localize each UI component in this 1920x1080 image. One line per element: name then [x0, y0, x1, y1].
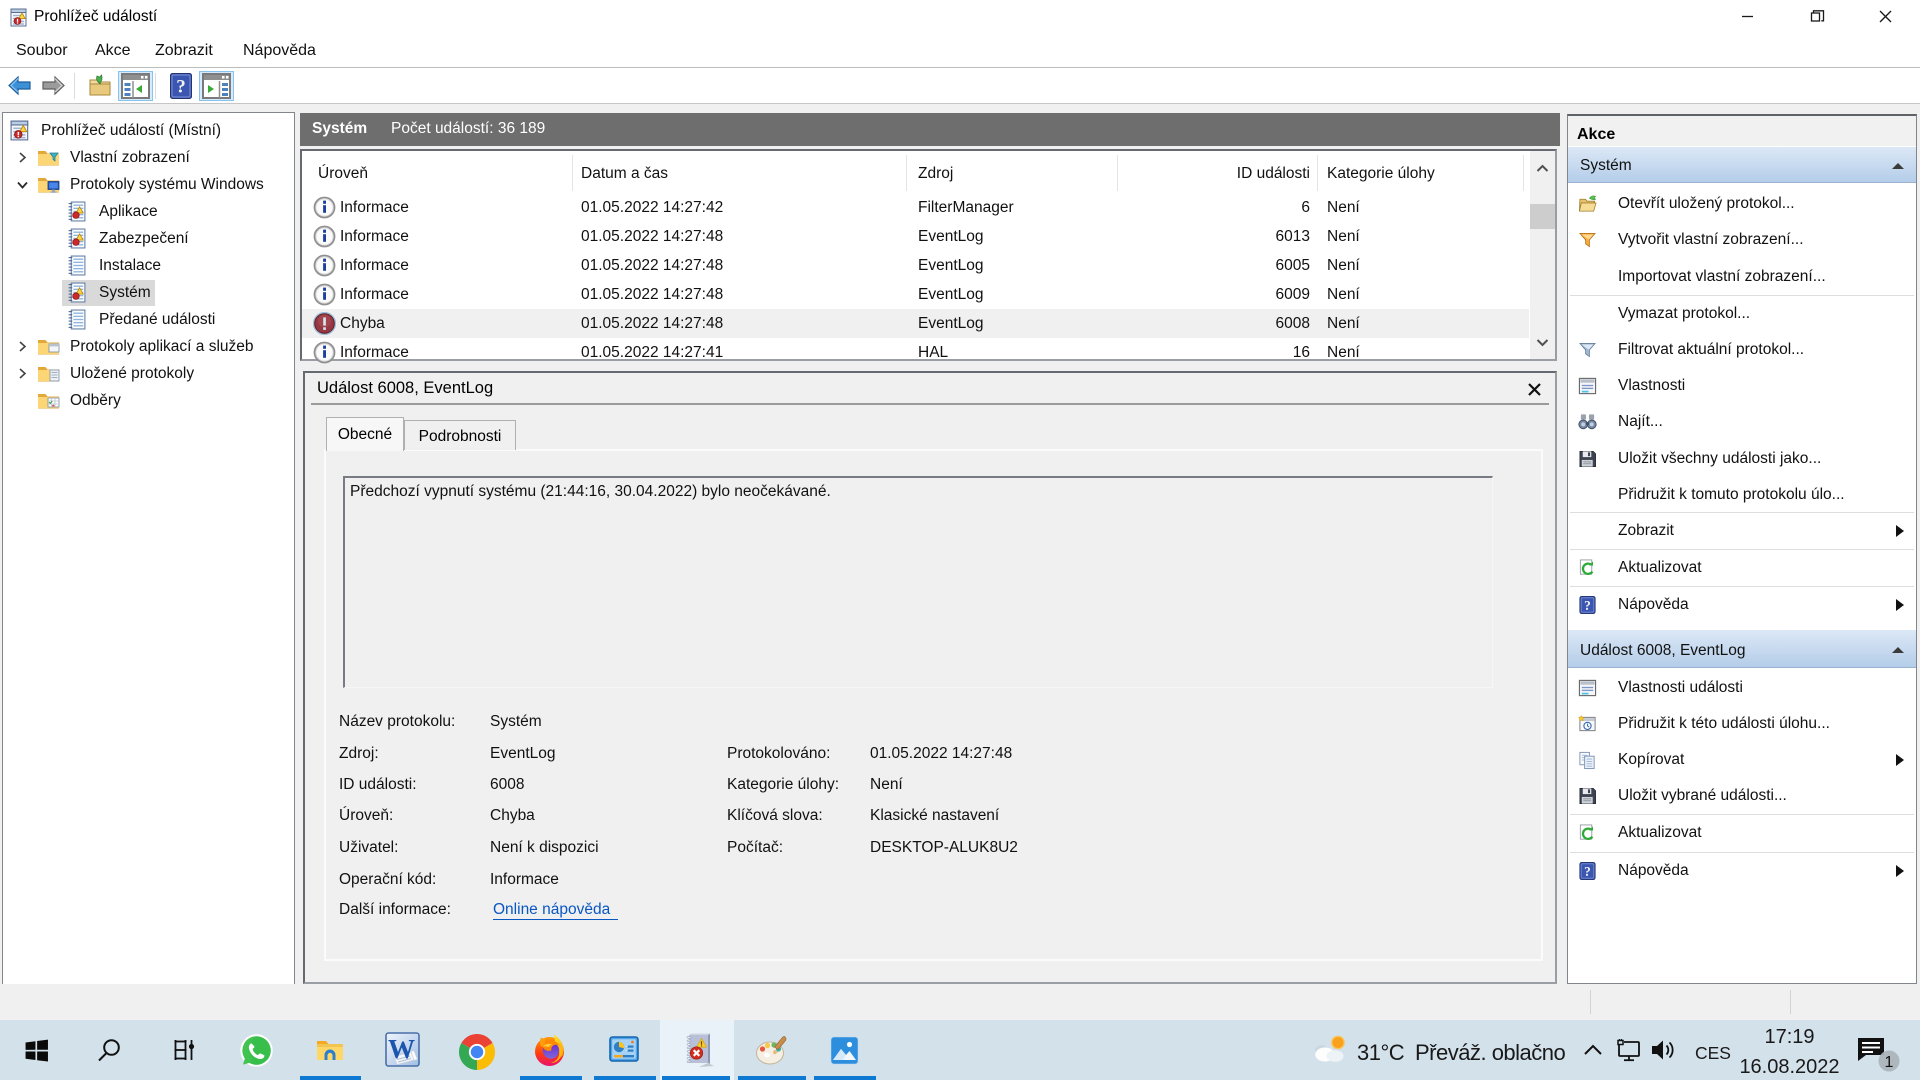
svg-text:1: 1	[1885, 1054, 1894, 1071]
svg-text:?: ?	[1584, 598, 1591, 613]
svg-text:W: W	[388, 1034, 415, 1064]
svg-text:?: ?	[176, 77, 186, 98]
svg-text:?: ?	[1584, 864, 1591, 879]
